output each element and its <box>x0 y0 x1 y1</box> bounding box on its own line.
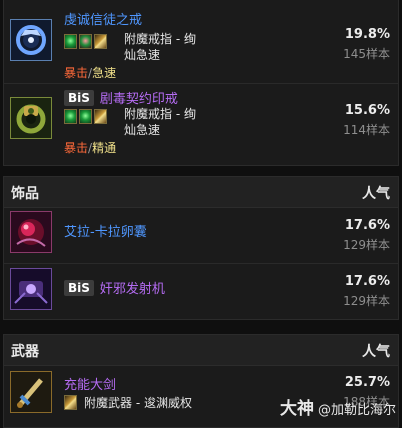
enchant-scroll-icon[interactable] <box>94 34 107 49</box>
enchant-text: 附魔武器 - 逡渊威权 <box>84 396 192 410</box>
sample-count: 129样本 <box>343 238 390 252</box>
stat-secondary: 精通 <box>92 141 117 155</box>
enchant-scroll-icon[interactable] <box>64 395 77 410</box>
egg-sac-icon <box>10 211 52 253</box>
signet-ring-icon <box>10 97 52 139</box>
stat-priority: 暴击/精通 <box>64 139 116 156</box>
trinkets-panel: 饰品 人气 艾拉-卡拉卵囊 17.6% 129样本 BiS 奸邪发射机 17.6… <box>3 176 399 320</box>
sample-count: 129样本 <box>343 294 390 308</box>
watermark: 大神 @加勒比海尔 <box>280 394 396 419</box>
enchant-line: 附魔戒指 - 绚 <box>124 32 196 46</box>
sample-count: 145样本 <box>343 47 390 61</box>
section-title: 饰品 <box>11 186 39 202</box>
popularity-percent: 19.8% <box>344 27 390 42</box>
enchant-line: 灿急速 <box>124 123 161 137</box>
stat-priority: 暴击/急速 <box>64 64 116 81</box>
enchant-line: 附魔戒指 - 绚 <box>124 107 196 121</box>
gem-icon[interactable] <box>79 34 92 49</box>
section-header: 武器 人气 <box>4 335 398 366</box>
list-item[interactable]: BiS 剧毒契约印戒 附魔戒指 - 绚 灿急速 暴击/精通 15.6% 114样本 <box>4 85 398 165</box>
gem-icon[interactable] <box>64 109 77 124</box>
item-name[interactable]: 虔诚信徒之戒 <box>64 9 142 28</box>
item-name[interactable]: 充能大剑 <box>64 374 116 393</box>
rings-panel: 虔诚信徒之戒 附魔戒指 - 绚 灿急速 暴击/急速 19.8% 145样本 Bi… <box>3 0 399 166</box>
gem-slots <box>64 34 109 53</box>
popularity-percent: 15.6% <box>344 103 390 118</box>
popularity-column-header[interactable]: 人气 <box>362 341 390 361</box>
popularity-percent: 25.7% <box>344 375 390 390</box>
sample-count: 114样本 <box>343 123 390 137</box>
popularity-percent: 17.6% <box>344 218 390 233</box>
item-name-text: 剧毒契约印戒 <box>99 92 178 107</box>
section-header: 饰品 人气 <box>4 177 398 208</box>
popularity-percent: 17.6% <box>344 274 390 289</box>
list-item[interactable]: 虔诚信徒之戒 附魔戒指 - 绚 灿急速 暴击/急速 19.8% 145样本 <box>4 0 398 81</box>
enchant-line: 灿急速 <box>124 48 161 62</box>
gem-icon[interactable] <box>79 109 92 124</box>
enchant-scroll-icon[interactable] <box>94 109 107 124</box>
item-name[interactable]: BiS 奸邪发射机 <box>64 278 165 297</box>
ring-icon <box>10 19 52 61</box>
stat-secondary: 急速 <box>92 66 117 80</box>
enchant-text: 附魔戒指 - 绚 灿急速 <box>124 106 196 138</box>
item-name[interactable]: BiS 剧毒契约印戒 <box>64 88 178 107</box>
watermark-handle: @加勒比海尔 <box>317 403 396 418</box>
greatsword-icon <box>10 371 52 413</box>
bis-badge: BiS <box>64 90 94 106</box>
section-title: 武器 <box>11 344 39 360</box>
stat-primary: 暴击 <box>64 141 89 155</box>
bis-badge: BiS <box>64 280 94 296</box>
list-item[interactable]: 艾拉-卡拉卵囊 17.6% 129样本 <box>4 208 398 263</box>
gem-slots <box>64 109 109 128</box>
watermark-brand: 大神 <box>279 399 314 419</box>
list-item[interactable]: BiS 奸邪发射机 17.6% 129样本 <box>4 265 398 319</box>
item-name[interactable]: 艾拉-卡拉卵囊 <box>64 221 147 240</box>
gem-icon[interactable] <box>64 34 77 49</box>
enchant-text: 附魔戒指 - 绚 灿急速 <box>124 31 196 63</box>
gem-slots <box>64 395 79 414</box>
divider <box>4 83 398 84</box>
popularity-column-header[interactable]: 人气 <box>362 183 390 203</box>
stat-primary: 暴击 <box>64 66 89 80</box>
launcher-icon <box>10 268 52 310</box>
divider <box>4 263 398 264</box>
item-name-text: 奸邪发射机 <box>99 282 165 297</box>
